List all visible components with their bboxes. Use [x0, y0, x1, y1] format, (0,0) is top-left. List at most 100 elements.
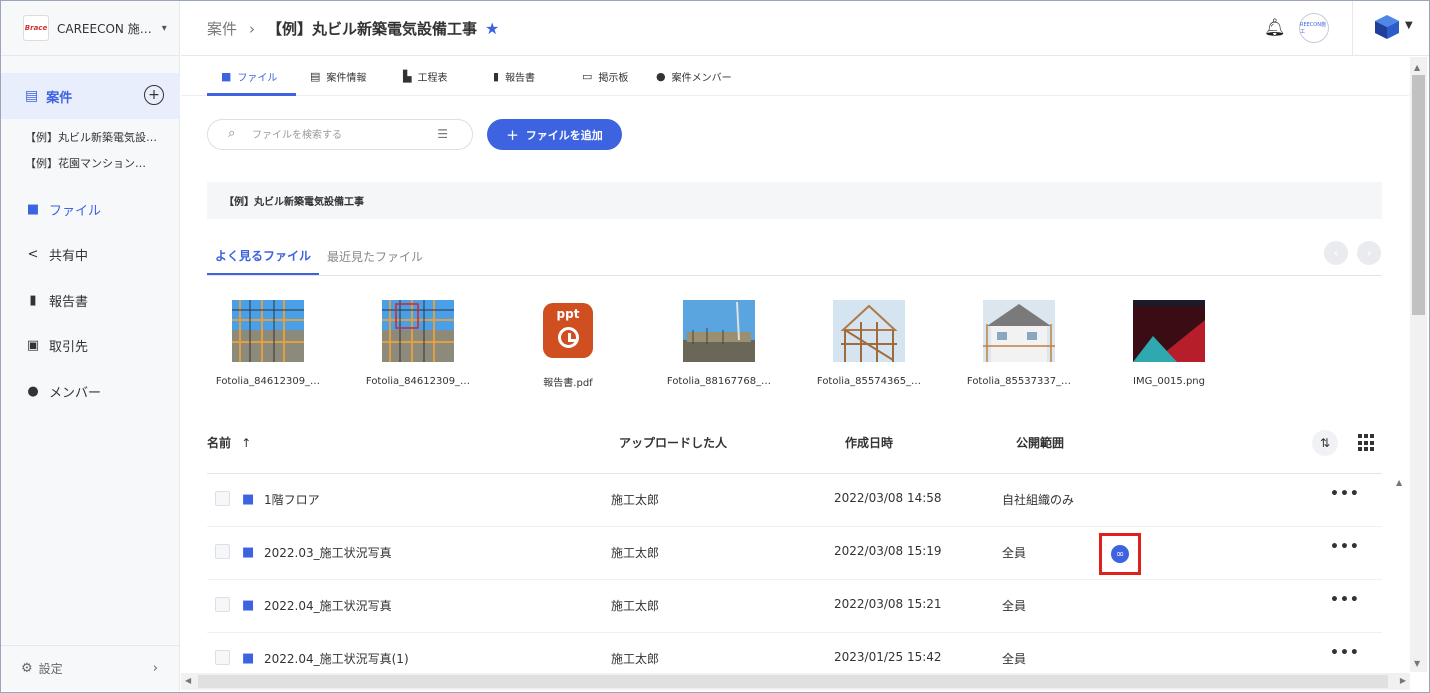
- sidebar-item-clients[interactable]: ▣ 取引先: [25, 336, 88, 355]
- cube-logo-icon[interactable]: [1374, 14, 1400, 40]
- sidebar-item-members[interactable]: ● メンバー: [25, 382, 101, 401]
- sidebar-item-label: 報告書: [49, 295, 89, 310]
- sidebar-item-projects[interactable]: ▤ 案件 +: [1, 73, 180, 119]
- file-thumbnail[interactable]: Fotolia_88167768_…: [649, 300, 789, 387]
- scope: 自社組織のみ: [1002, 493, 1075, 507]
- highlight-box: ∞: [1099, 533, 1141, 575]
- sidebar-item-label: 取引先: [49, 340, 89, 355]
- settings-link[interactable]: ⚙ 設定 ›: [1, 645, 180, 691]
- tab-board[interactable]: ▭ 掲示板: [582, 57, 628, 96]
- folder-icon: ■: [242, 545, 255, 560]
- column-header-uploader[interactable]: アップロードした人: [619, 434, 727, 451]
- filter-icon[interactable]: ☰: [437, 127, 448, 141]
- sidebar-item-shared[interactable]: < 共有中: [25, 245, 88, 264]
- file-name[interactable]: 2022.04_施工状況写真(1): [264, 650, 409, 667]
- file-thumbnail[interactable]: Fotolia_84612309_…: [198, 300, 338, 387]
- chevron-down-icon[interactable]: ▼: [1405, 20, 1413, 31]
- scroll-up-icon[interactable]: ▲: [1396, 478, 1402, 487]
- table-row[interactable]: ■ 2022.04_施工状況写真(1) 施工太郎 2023/01/25 15:4…: [207, 633, 1382, 673]
- scrollbar-thumb[interactable]: [1412, 75, 1425, 315]
- thumbnail-caption: Fotolia_88167768_…: [666, 376, 772, 387]
- created-at: 2022/03/08 15:21: [834, 597, 942, 611]
- add-project-button[interactable]: +: [144, 85, 164, 105]
- row-checkbox[interactable]: [215, 491, 230, 506]
- org-logo: Brace: [23, 15, 49, 41]
- tab-frequent-files[interactable]: よく見るファイル: [207, 238, 320, 275]
- breadcrumb-root[interactable]: 案件: [207, 18, 237, 39]
- carousel-next-button[interactable]: ›: [1357, 241, 1381, 265]
- tab-reports[interactable]: ▮ 報告書: [493, 57, 535, 96]
- breadcrumb: 案件 › 【例】丸ビル新築電気設備工事 ★: [207, 18, 499, 39]
- sidebar-project-item[interactable]: 【例】丸ビル新築電気設…: [25, 129, 157, 145]
- sidebar-item-label: 案件: [46, 90, 73, 106]
- table-vertical-scrollbar[interactable]: ▲: [1393, 475, 1407, 671]
- file-thumbnail[interactable]: Fotolia_84612309_…: [348, 300, 488, 387]
- folder-icon: ■: [26, 202, 40, 217]
- page-title: 【例】丸ビル新築電気設備工事: [267, 20, 478, 38]
- sidebar-item-label: 共有中: [49, 249, 89, 264]
- tab-members[interactable]: ● 案件メンバー: [656, 57, 732, 96]
- link-icon[interactable]: ∞: [1111, 545, 1129, 563]
- folder-icon: ■: [242, 651, 255, 666]
- tab-recent-files[interactable]: 最近見たファイル: [327, 238, 423, 275]
- table-row[interactable]: ■ 2022.03_施工状況写真 施工太郎 2022/03/08 15:19 全…: [207, 527, 1382, 580]
- table-row[interactable]: ■ 2022.04_施工状況写真 施工太郎 2022/03/08 15:21 全…: [207, 580, 1382, 633]
- file-thumbnail[interactable]: IMG_0015.png: [1099, 300, 1239, 387]
- more-options-icon[interactable]: •••: [1330, 486, 1360, 502]
- created-at: 2022/03/08 14:58: [834, 491, 942, 505]
- column-header-created[interactable]: 作成日時: [845, 434, 893, 451]
- grid-view-icon[interactable]: [1358, 434, 1376, 452]
- thumbnail-caption: Fotolia_85574365_…: [816, 376, 922, 387]
- tab-schedule[interactable]: ▙ 工程表: [403, 57, 447, 96]
- file-name[interactable]: 2022.04_施工状況写真: [264, 597, 392, 614]
- top-header: 案件 › 【例】丸ビル新築電気設備工事 ★ 🔔︎ REECON施工 ▼: [181, 1, 1429, 56]
- current-folder-path: 【例】丸ビル新築電気設備工事: [207, 182, 1382, 219]
- sidebar-item-reports[interactable]: ▮ 報告書: [25, 291, 88, 310]
- scrollbar-thumb[interactable]: [198, 675, 1388, 688]
- tab-files[interactable]: ■ ファイル: [207, 57, 296, 96]
- scroll-up-icon[interactable]: ▲: [1414, 63, 1420, 72]
- scroll-down-icon[interactable]: ▼: [1414, 659, 1420, 668]
- more-options-icon[interactable]: •••: [1330, 539, 1360, 555]
- sidebar-project-item[interactable]: 【例】花園マンション…: [25, 155, 146, 171]
- header-divider: [1352, 1, 1353, 56]
- row-checkbox[interactable]: [215, 544, 230, 559]
- folder-icon: ■: [242, 598, 255, 613]
- carousel-prev-button[interactable]: ‹: [1324, 241, 1348, 265]
- sidebar-item-files[interactable]: ■ ファイル: [25, 200, 101, 219]
- row-checkbox[interactable]: [215, 650, 230, 665]
- row-checkbox[interactable]: [215, 597, 230, 612]
- scroll-left-icon[interactable]: ◀: [185, 676, 191, 685]
- file-name[interactable]: 2022.03_施工状況写真: [264, 544, 392, 561]
- page-vertical-scrollbar[interactable]: ▲ ▼: [1410, 57, 1427, 672]
- file-search: ⌕ ☰: [207, 119, 473, 150]
- board-icon: ▭: [582, 70, 593, 83]
- file-thumbnail[interactable]: Fotolia_85537337_…: [949, 300, 1089, 387]
- avatar[interactable]: REECON施工: [1299, 13, 1329, 43]
- column-header-scope[interactable]: 公開範囲: [1016, 434, 1064, 451]
- column-header-name[interactable]: 名前 ↑: [207, 434, 251, 451]
- horizontal-scrollbar[interactable]: ◀ ▶: [181, 673, 1410, 690]
- file-name[interactable]: 1階フロア: [264, 491, 320, 508]
- scroll-right-icon[interactable]: ▶: [1400, 676, 1406, 685]
- more-options-icon[interactable]: •••: [1330, 645, 1360, 661]
- bell-icon[interactable]: 🔔︎: [1264, 18, 1286, 38]
- book-icon: ▮: [29, 293, 37, 308]
- star-icon[interactable]: ★: [485, 19, 499, 38]
- sidebar: Brace CAREECON 施… ▾ ▤ 案件 + 【例】丸ビル新築電気設… …: [1, 1, 180, 691]
- thumbnail-image: [1133, 300, 1205, 362]
- more-options-icon[interactable]: •••: [1330, 592, 1360, 608]
- search-input[interactable]: [252, 126, 422, 144]
- clipboard-icon: ▤: [25, 88, 39, 104]
- table-row[interactable]: ■ 1階フロア 施工太郎 2022/03/08 14:58 自社組織のみ •••: [207, 474, 1382, 527]
- file-thumbnail[interactable]: ppt 報告書.pdf: [498, 300, 638, 389]
- file-thumbnail[interactable]: Fotolia_85574365_…: [799, 300, 939, 387]
- sort-toggle-icon[interactable]: ⇅: [1312, 430, 1338, 456]
- org-switcher[interactable]: Brace CAREECON 施… ▾: [1, 1, 180, 56]
- thumbnail-image: [382, 300, 454, 362]
- created-at: 2022/03/08 15:19: [834, 544, 942, 558]
- add-file-button[interactable]: + ファイルを追加: [487, 119, 622, 150]
- tab-label: 案件メンバー: [671, 73, 732, 84]
- tab-project-info[interactable]: ▤ 案件情報: [310, 57, 366, 96]
- thumbnail-caption: 報告書.pdf: [543, 378, 593, 389]
